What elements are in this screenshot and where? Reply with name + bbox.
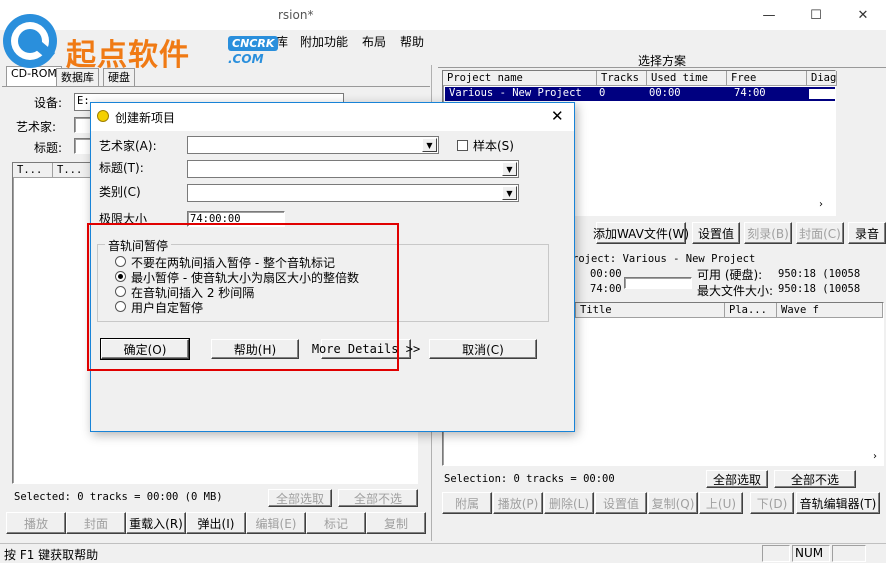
minimize-button[interactable]: — [746, 0, 792, 30]
cover-button[interactable]: 封面 [66, 512, 126, 534]
scroll-right-icon-2[interactable]: › [873, 451, 877, 462]
category-combo[interactable]: ▼ [187, 184, 519, 202]
cover-right-button[interactable]: 封面(C) [796, 222, 844, 244]
sample-checkbox[interactable] [457, 140, 468, 151]
chevron-down-icon[interactable]: ▼ [502, 186, 517, 200]
chevron-down-icon[interactable]: ▼ [502, 162, 517, 176]
col-header[interactable]: T... [13, 163, 53, 178]
select-all-button[interactable]: 全部选取 [268, 489, 332, 507]
avail-label: 可用 (硬盘): [697, 268, 763, 282]
copy-button[interactable]: 复制 [366, 512, 426, 534]
menu-extras[interactable]: 附加功能 [300, 33, 348, 50]
logo-domain: .COM [228, 52, 264, 66]
menu-help[interactable]: 帮助 [400, 33, 424, 50]
project-name-cell: Various - New Project [449, 87, 582, 99]
add-wav-button[interactable]: 添加WAV文件(W) [593, 222, 689, 244]
artist-label: 艺术家: [16, 120, 57, 134]
set-value-bottom-button[interactable]: 设置值 [595, 492, 647, 514]
app-icon [97, 110, 109, 122]
status-box-scrl [832, 545, 866, 562]
logo-badge: CNCRK [228, 36, 279, 51]
deselect-all-button[interactable]: 全部不选 [338, 489, 418, 507]
title-label: 标题: [34, 141, 63, 155]
delete-button[interactable]: 删除(L) [544, 492, 594, 514]
maxfile-label: 最大文件大小: [697, 284, 774, 298]
col-title[interactable]: Title [575, 303, 725, 318]
burn-button[interactable]: 刻录(B) [744, 222, 792, 244]
device-value: E: [77, 95, 90, 107]
col-play[interactable]: Pla... [725, 303, 777, 318]
close-button[interactable]: ✕ [840, 0, 886, 30]
maximize-button[interactable]: ☐ [793, 0, 839, 30]
edit-button[interactable]: 编辑(E) [246, 512, 306, 534]
tracks-cell: 0 [599, 87, 606, 99]
chevron-down-icon[interactable]: ▼ [422, 138, 437, 152]
play-right-button[interactable]: 播放(P) [493, 492, 543, 514]
dialog-close-icon[interactable]: ✕ [551, 107, 564, 125]
reload-button[interactable]: 重载入(R) [126, 512, 186, 534]
scroll-right-icon[interactable]: › [819, 199, 823, 210]
site-logo: 起点软件 CNCRK .COM [0, 10, 290, 73]
scheme-title: 选择方案 [438, 52, 886, 68]
highlight-box [87, 223, 399, 371]
mark-button[interactable]: 标记 [306, 512, 366, 534]
artist-combo[interactable]: ▼ [187, 136, 439, 154]
used-time-cell: 00:00 [649, 87, 681, 99]
project-line: roject: Various - New Project [572, 253, 756, 265]
status-hint: 按 F1 键获取帮助 [4, 548, 99, 562]
cancel-button[interactable]: 取消(C) [429, 339, 537, 359]
time-used: 00:00 [590, 268, 622, 280]
col-project-name[interactable]: Project name [443, 71, 597, 86]
col-diag[interactable]: Diag [807, 71, 837, 86]
col-tracks[interactable]: Tracks [597, 71, 647, 86]
selection-summary: Selection: 0 tracks = 00:00 [444, 473, 615, 485]
sample-label: 样本(S) [473, 139, 514, 153]
title-combo[interactable]: ▼ [187, 160, 519, 178]
device-label: 设备: [34, 96, 63, 110]
col-used-time[interactable]: Used time [647, 71, 727, 86]
set-value-button[interactable]: 设置值 [692, 222, 740, 244]
col-wave[interactable]: Wave f [777, 303, 883, 318]
maxfile-value: 950:18 (10058 [778, 283, 861, 295]
artist-field-label: 艺术家(A): [99, 139, 157, 153]
selected-summary: Selected: 0 tracks = 00:00 (0 MB) [14, 491, 223, 503]
logo-text: 起点软件 [66, 38, 190, 73]
dialog-title: 创建新项目 [115, 111, 176, 125]
track-editor-button[interactable]: 音轨编辑器(T) [796, 492, 880, 514]
free-cell: 74:00 [734, 87, 766, 99]
capacity-bar [624, 277, 692, 289]
time-total: 74:00 [590, 283, 622, 295]
menu-layout[interactable]: 布局 [362, 33, 386, 50]
dialog-title-bar: 创建新项目 ✕ [91, 103, 574, 131]
logo-mark-icon [3, 14, 57, 68]
col-free[interactable]: Free [727, 71, 807, 86]
attach-button[interactable]: 附属 [442, 492, 492, 514]
copy-right-button[interactable]: 复制(Q) [648, 492, 698, 514]
play-button[interactable]: 播放 [6, 512, 66, 534]
select-all-right-button[interactable]: 全部选取 [706, 470, 768, 488]
status-bar [0, 543, 886, 563]
up-button[interactable]: 上(U) [699, 492, 743, 514]
record-button[interactable]: 录音 [848, 222, 886, 244]
title-field-label: 标题(T): [99, 161, 144, 175]
category-label: 类别(C) [99, 185, 141, 199]
col-header[interactable]: T... [53, 163, 93, 178]
deselect-all-right-button[interactable]: 全部不选 [774, 470, 856, 488]
eject-button[interactable]: 弹出(I) [186, 512, 246, 534]
status-box-caps [762, 545, 790, 562]
tab-divider [2, 86, 430, 87]
status-num: NUM [792, 545, 830, 562]
avail-value: 950:18 (10058 [778, 268, 861, 280]
project-row-selected[interactable]: Various - New Project 0 00:00 74:00 [445, 87, 835, 101]
diag-bar [809, 89, 835, 99]
down-button[interactable]: 下(D) [750, 492, 794, 514]
